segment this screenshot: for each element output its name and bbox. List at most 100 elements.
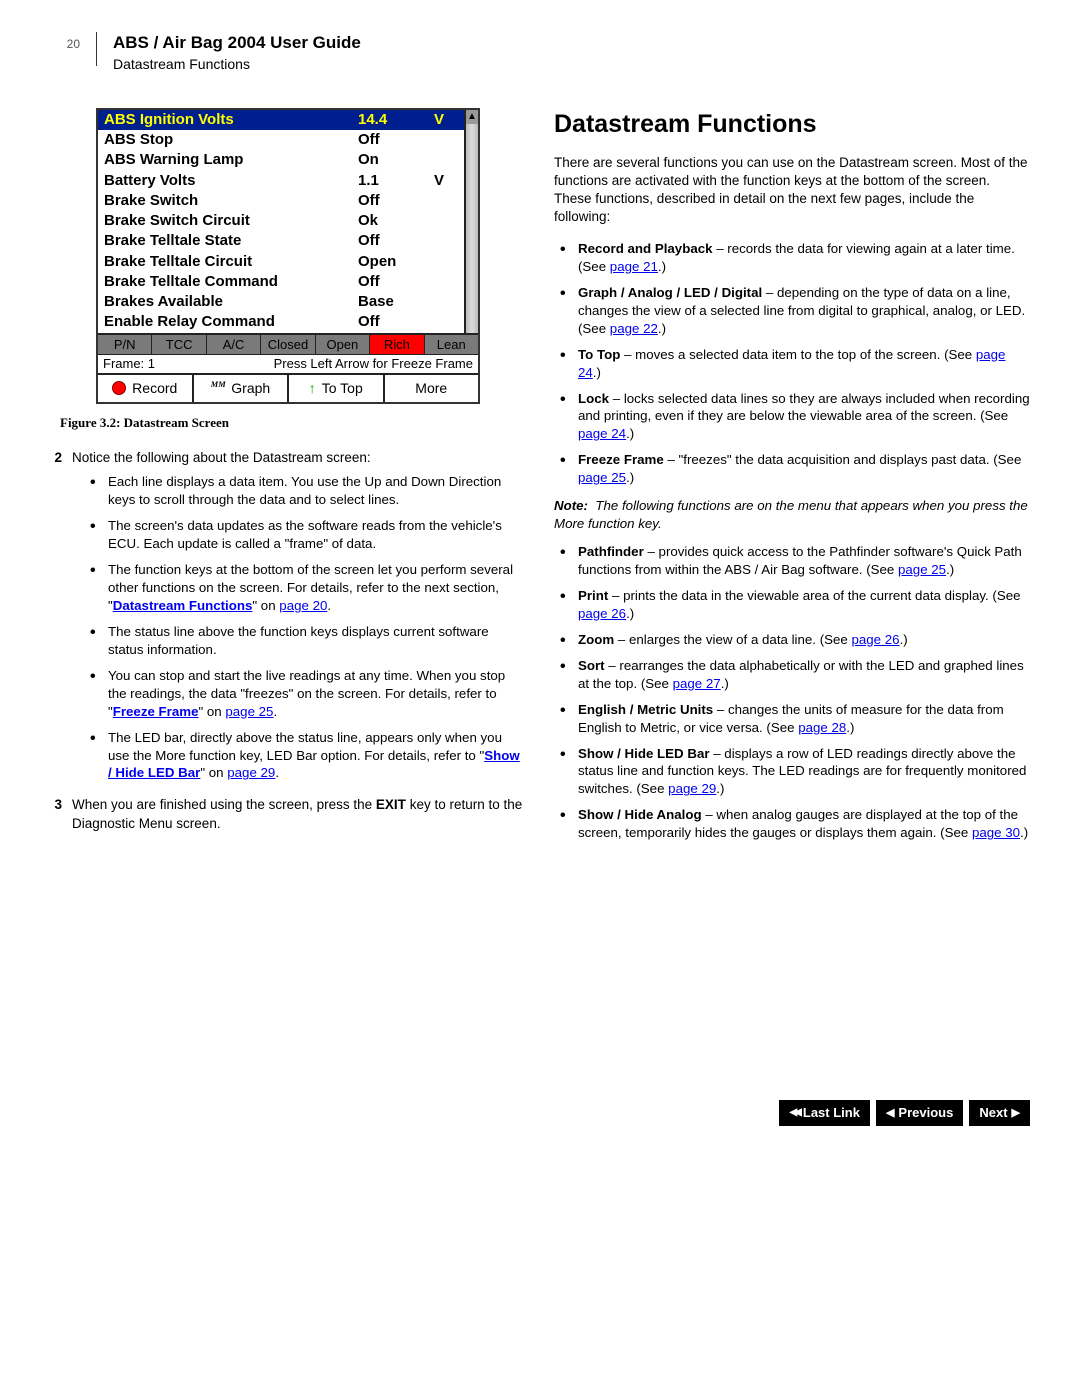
function-key-row: Record ᴹᴹGraph ↑To Top More [98,373,478,402]
link[interactable]: Freeze Frame [113,704,199,719]
data-unit [434,231,458,251]
data-value: Off [358,130,434,150]
data-row[interactable]: Brake Telltale CircuitOpen [98,252,464,272]
data-label: Brake Telltale Circuit [104,252,358,272]
page-link[interactable]: page 27 [673,676,721,691]
led-cell: Lean [425,335,478,355]
led-cell: Rich [370,335,424,355]
header-divider [96,32,97,66]
data-row[interactable]: ABS Warning LampOn [98,150,464,170]
data-unit: V [434,110,458,130]
last-link-button[interactable]: Last Link [779,1100,869,1126]
data-row[interactable]: Enable Relay CommandOff [98,312,464,332]
section-heading: Datastream Functions [554,108,1030,142]
graph-button[interactable]: ᴹᴹGraph [194,375,290,402]
data-label: Brake Telltale Command [104,272,358,292]
data-unit [434,211,458,231]
data-row[interactable]: Brake Telltale StateOff [98,231,464,251]
page-link[interactable]: page 30 [972,825,1020,840]
record-button[interactable]: Record [98,375,194,402]
more-button[interactable]: More [385,375,479,402]
data-unit [434,312,458,332]
page-link[interactable]: page 25 [578,470,626,485]
page-link[interactable]: page 25 [898,562,946,577]
data-value: Off [358,191,434,211]
page-link[interactable]: page 21 [610,259,658,274]
step-number: 3 [50,796,62,832]
bullet-item: Each line displays a data item. You use … [90,473,526,509]
page-link[interactable]: page 24 [578,347,1005,380]
data-value: Base [358,292,434,312]
page-link[interactable]: page 26 [851,632,899,647]
bullet-item: The LED bar, directly above the status l… [90,729,526,783]
function-item: Record and Playback – records the data f… [560,240,1030,276]
function-item: Freeze Frame – "freezes" the data acquis… [560,451,1030,487]
data-value: 1.1 [358,171,434,191]
record-icon [112,381,126,395]
status-left: Frame: 1 [103,355,155,373]
page-link[interactable]: page 29 [227,765,275,780]
page-link[interactable]: page 29 [668,781,716,796]
data-unit [434,130,458,150]
link[interactable]: Show / Hide LED Bar [108,748,520,781]
link[interactable]: Datastream Functions [113,598,253,613]
bullet-item: You can stop and start the live readings… [90,667,526,721]
nav-footer: Last Link Previous Next [0,850,1080,1156]
bullet-item: The screen's data updates as the softwar… [90,517,526,553]
led-bar: P/NTCCA/CClosedOpenRichLean [98,333,478,355]
page-number: 20 [50,32,80,52]
scrollbar[interactable]: ▲ [464,110,478,333]
data-unit [434,292,458,312]
data-row[interactable]: Brakes AvailableBase [98,292,464,312]
function-item: Pathfinder – provides quick access to th… [560,543,1030,579]
bullet-item: The function keys at the bottom of the s… [90,561,526,615]
graph-icon: ᴹᴹ [210,379,225,398]
page-link[interactable]: page 26 [578,606,626,621]
page-link[interactable]: page 22 [610,321,658,336]
data-label: Brakes Available [104,292,358,312]
data-row[interactable]: Brake Switch CircuitOk [98,211,464,231]
led-cell: Open [316,335,370,355]
function-item: Graph / Analog / LED / Digital – dependi… [560,284,1030,338]
data-row[interactable]: Brake SwitchOff [98,191,464,211]
data-label: Brake Switch [104,191,358,211]
data-label: Brake Switch Circuit [104,211,358,231]
data-unit [434,272,458,292]
data-value: Open [358,252,434,272]
bullet-item: The status line above the function keys … [90,623,526,659]
page-link[interactable]: page 20 [279,598,327,613]
next-button[interactable]: Next [969,1100,1030,1126]
arrow-up-icon: ↑ [309,379,316,398]
data-label: Enable Relay Command [104,312,358,332]
function-item: English / Metric Units – changes the uni… [560,701,1030,737]
page-link[interactable]: page 24 [578,426,626,441]
status-line: Frame: 1 Press Left Arrow for Freeze Fra… [98,354,478,373]
datastream-screen-figure: ABS Ignition Volts14.4VABS StopOffABS Wa… [96,108,480,404]
data-row[interactable]: ABS StopOff [98,130,464,150]
data-value: Off [358,272,434,292]
data-value: Ok [358,211,434,231]
function-item: Lock – locks selected data lines so they… [560,390,1030,444]
data-row[interactable]: Battery Volts1.1V [98,171,464,191]
page-link[interactable]: page 28 [798,720,846,735]
led-cell: A/C [207,335,261,355]
step-2-intro: Notice the following about the Datastrea… [72,450,371,465]
led-cell: P/N [98,335,152,355]
step-2: 2 Notice the following about the Datastr… [50,449,526,790]
scroll-up-icon[interactable]: ▲ [466,110,478,124]
data-unit [434,191,458,211]
doc-title: ABS / Air Bag 2004 User Guide [113,32,361,55]
function-item: Sort – rearranges the data alphabeticall… [560,657,1030,693]
data-label: Brake Telltale State [104,231,358,251]
function-item: Show / Hide Analog – when analog gauges … [560,806,1030,842]
data-label: ABS Warning Lamp [104,150,358,170]
page-link[interactable]: page 25 [225,704,273,719]
function-item: Show / Hide LED Bar – displays a row of … [560,745,1030,799]
data-row[interactable]: ABS Ignition Volts14.4V [98,110,464,130]
function-item: To Top – moves a selected data item to t… [560,346,1030,382]
previous-button[interactable]: Previous [876,1100,963,1126]
page-header: 20 ABS / Air Bag 2004 User Guide Datastr… [50,32,1030,74]
data-row[interactable]: Brake Telltale CommandOff [98,272,464,292]
totop-button[interactable]: ↑To Top [289,375,385,402]
data-value: 14.4 [358,110,434,130]
